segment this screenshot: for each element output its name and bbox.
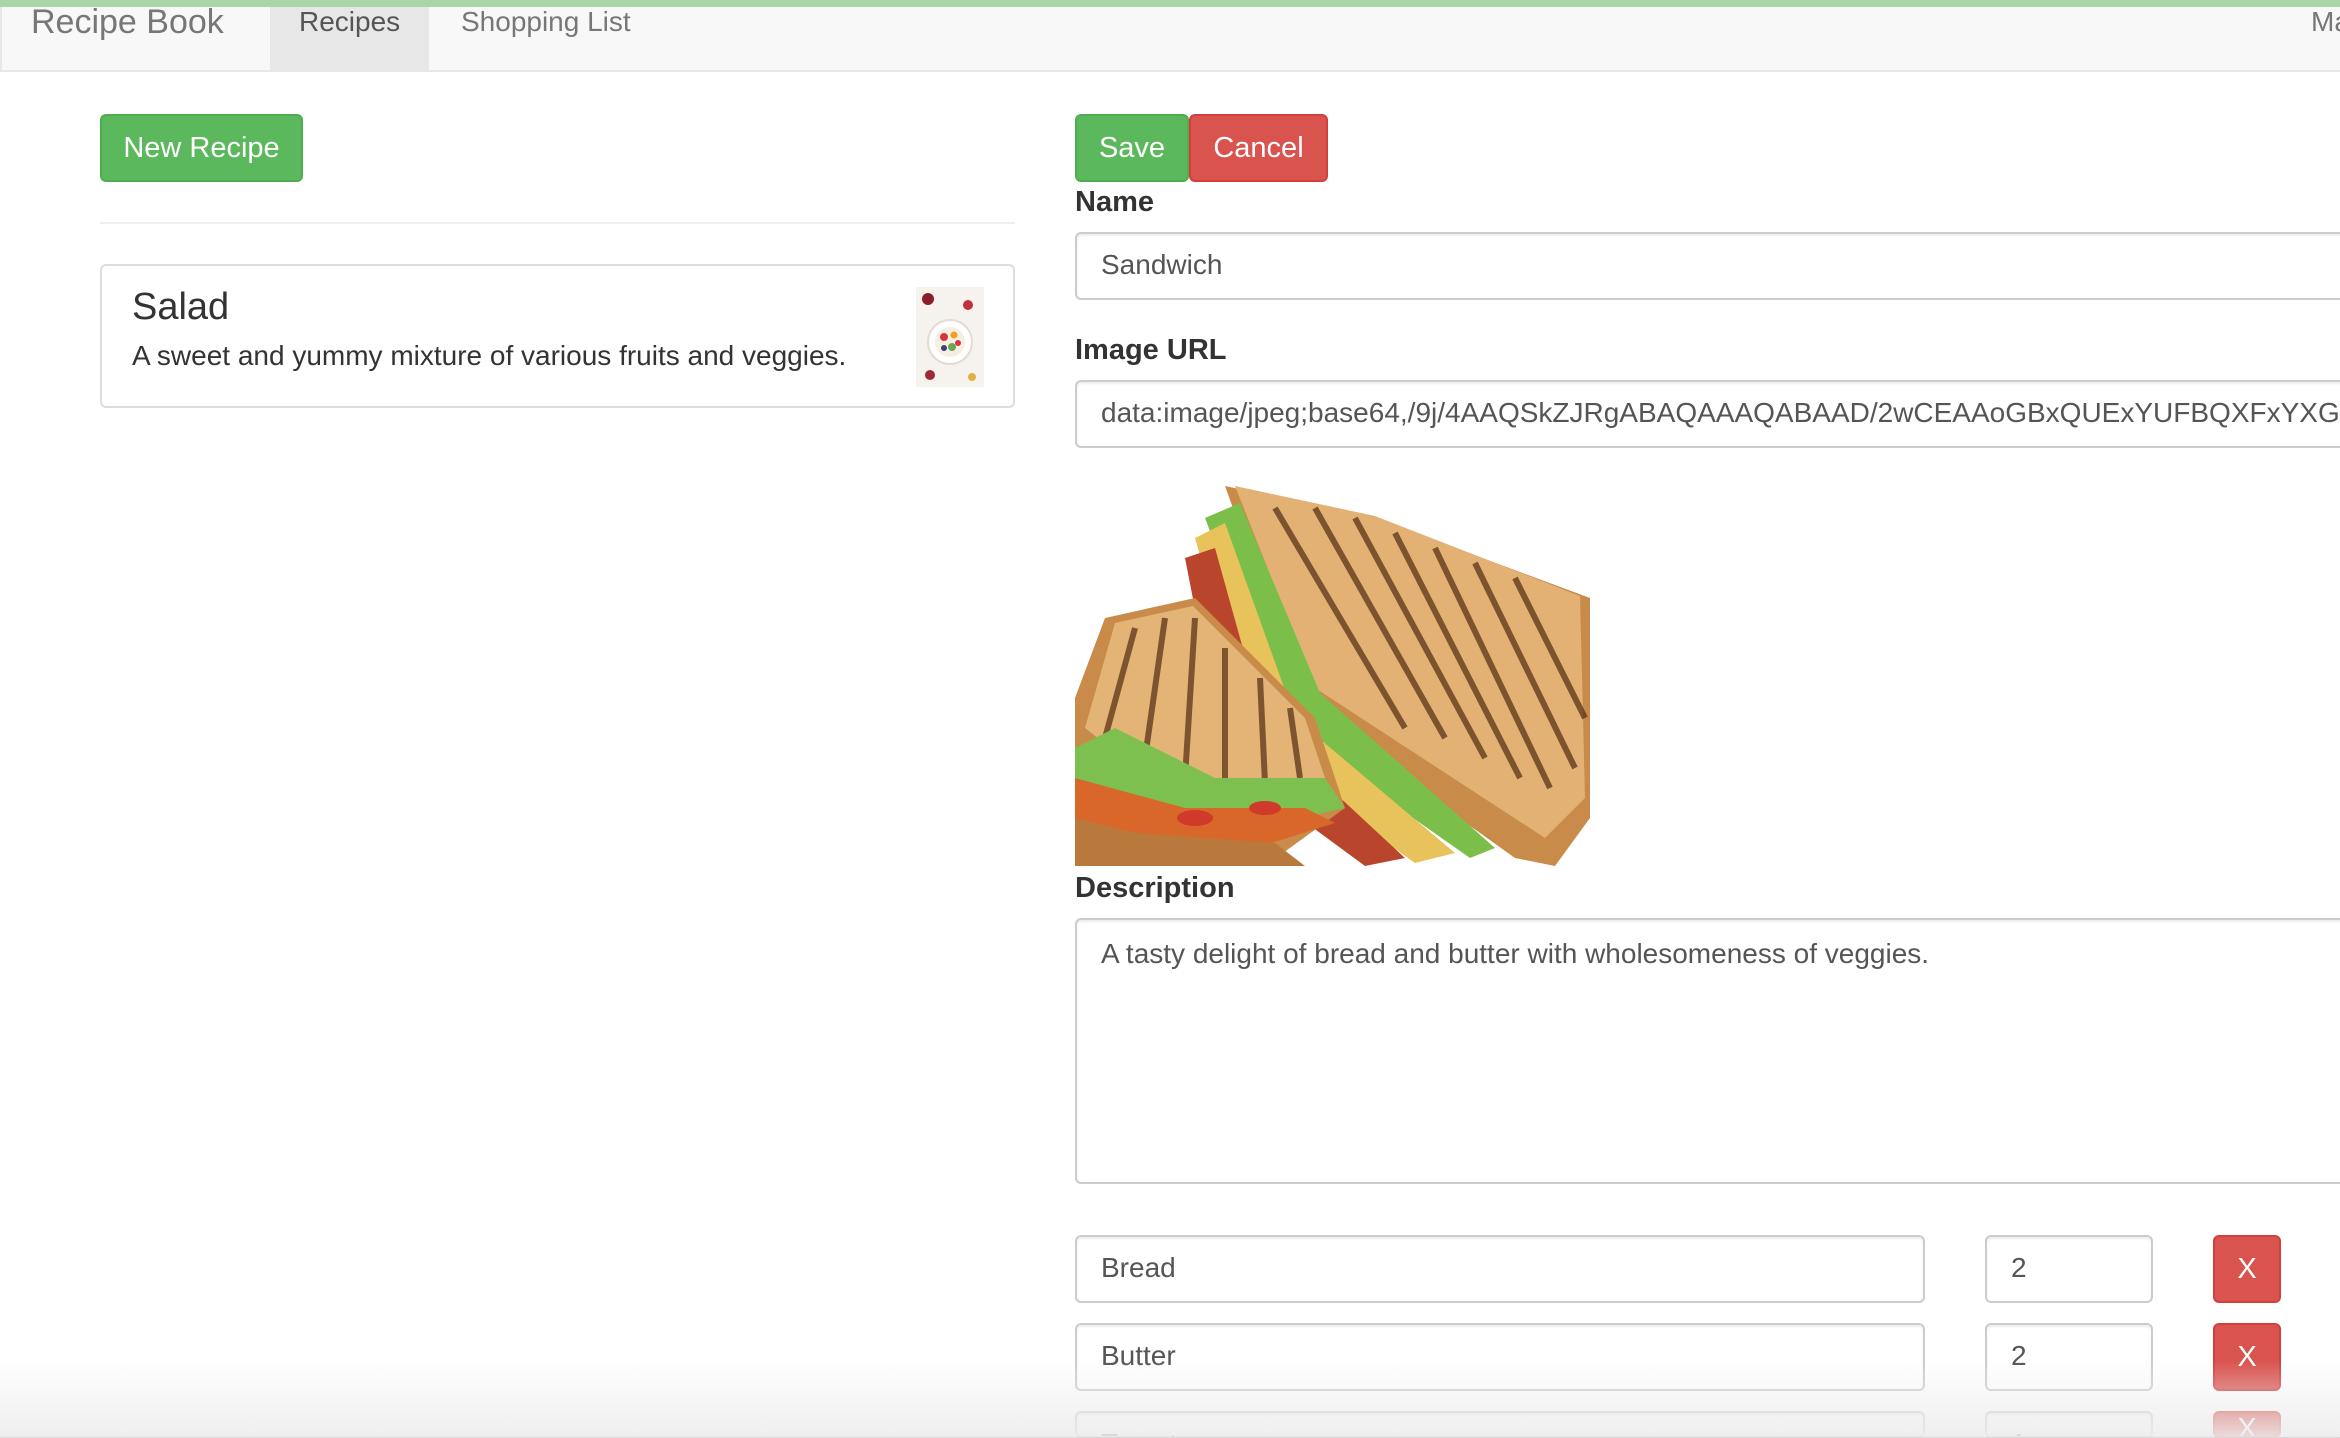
ingredient-amount-input[interactable]: 2 [1985, 1323, 2153, 1391]
name-label: Name [1075, 186, 1154, 218]
tab-shopping-list[interactable]: Shopping List [432, 7, 660, 70]
recipe-item-description: A sweet and yummy mixture of various fru… [132, 340, 847, 371]
name-input-value: Sandwich [1101, 249, 1223, 280]
recipe-list-item[interactable]: Salad A sweet and yummy mixture of vario… [100, 264, 1015, 408]
ingredient-name-value: Bread [1101, 1252, 1176, 1283]
ingredient-name-value: Butter [1101, 1340, 1176, 1371]
ingredient-name-input[interactable]: Tomato [1075, 1411, 1925, 1438]
remove-ingredient-button[interactable]: X [2213, 1411, 2281, 1438]
ingredient-name-input[interactable]: Butter [1075, 1323, 1925, 1391]
recipe-item-title: Salad [132, 286, 230, 328]
name-input[interactable]: Sandwich [1075, 232, 2340, 300]
sandwich-preview-image [1075, 478, 1593, 866]
new-recipe-button[interactable]: New Recipe [100, 114, 303, 182]
ingredient-name-input[interactable]: Bread [1075, 1235, 1925, 1303]
remove-ingredient-button[interactable]: X [2213, 1323, 2281, 1391]
ingredient-amount-input[interactable]: 1 [1985, 1411, 2153, 1438]
save-button[interactable]: Save [1075, 114, 1189, 182]
ingredient-amount-input[interactable]: 2 [1985, 1235, 2153, 1303]
manage-dropdown[interactable]: Mar [2282, 7, 2340, 70]
cancel-button[interactable]: Cancel [1189, 114, 1328, 182]
image-url-input-value: data:image/jpeg;base64,/9j/4AAQSkZJRgABA… [1101, 397, 2340, 428]
tab-recipes[interactable]: Recipes [270, 7, 430, 70]
navbar: Recipe Book Recipes Shopping List Mar [0, 5, 2340, 72]
ingredient-amount-value: 2 [2011, 1252, 2027, 1283]
image-url-label: Image URL [1075, 334, 1227, 366]
remove-ingredient-button[interactable]: X [2213, 1235, 2281, 1303]
image-url-input[interactable]: data:image/jpeg;base64,/9j/4AAQSkZJRgABA… [1075, 380, 2340, 448]
divider [100, 222, 1015, 224]
brand-link[interactable]: Recipe Book [31, 5, 224, 65]
ingredient-amount-value: 2 [2011, 1340, 2027, 1371]
salad-thumbnail-image [916, 287, 984, 387]
description-label: Description [1075, 872, 1235, 904]
description-textarea[interactable]: A tasty delight of bread and butter with… [1075, 918, 2340, 1184]
